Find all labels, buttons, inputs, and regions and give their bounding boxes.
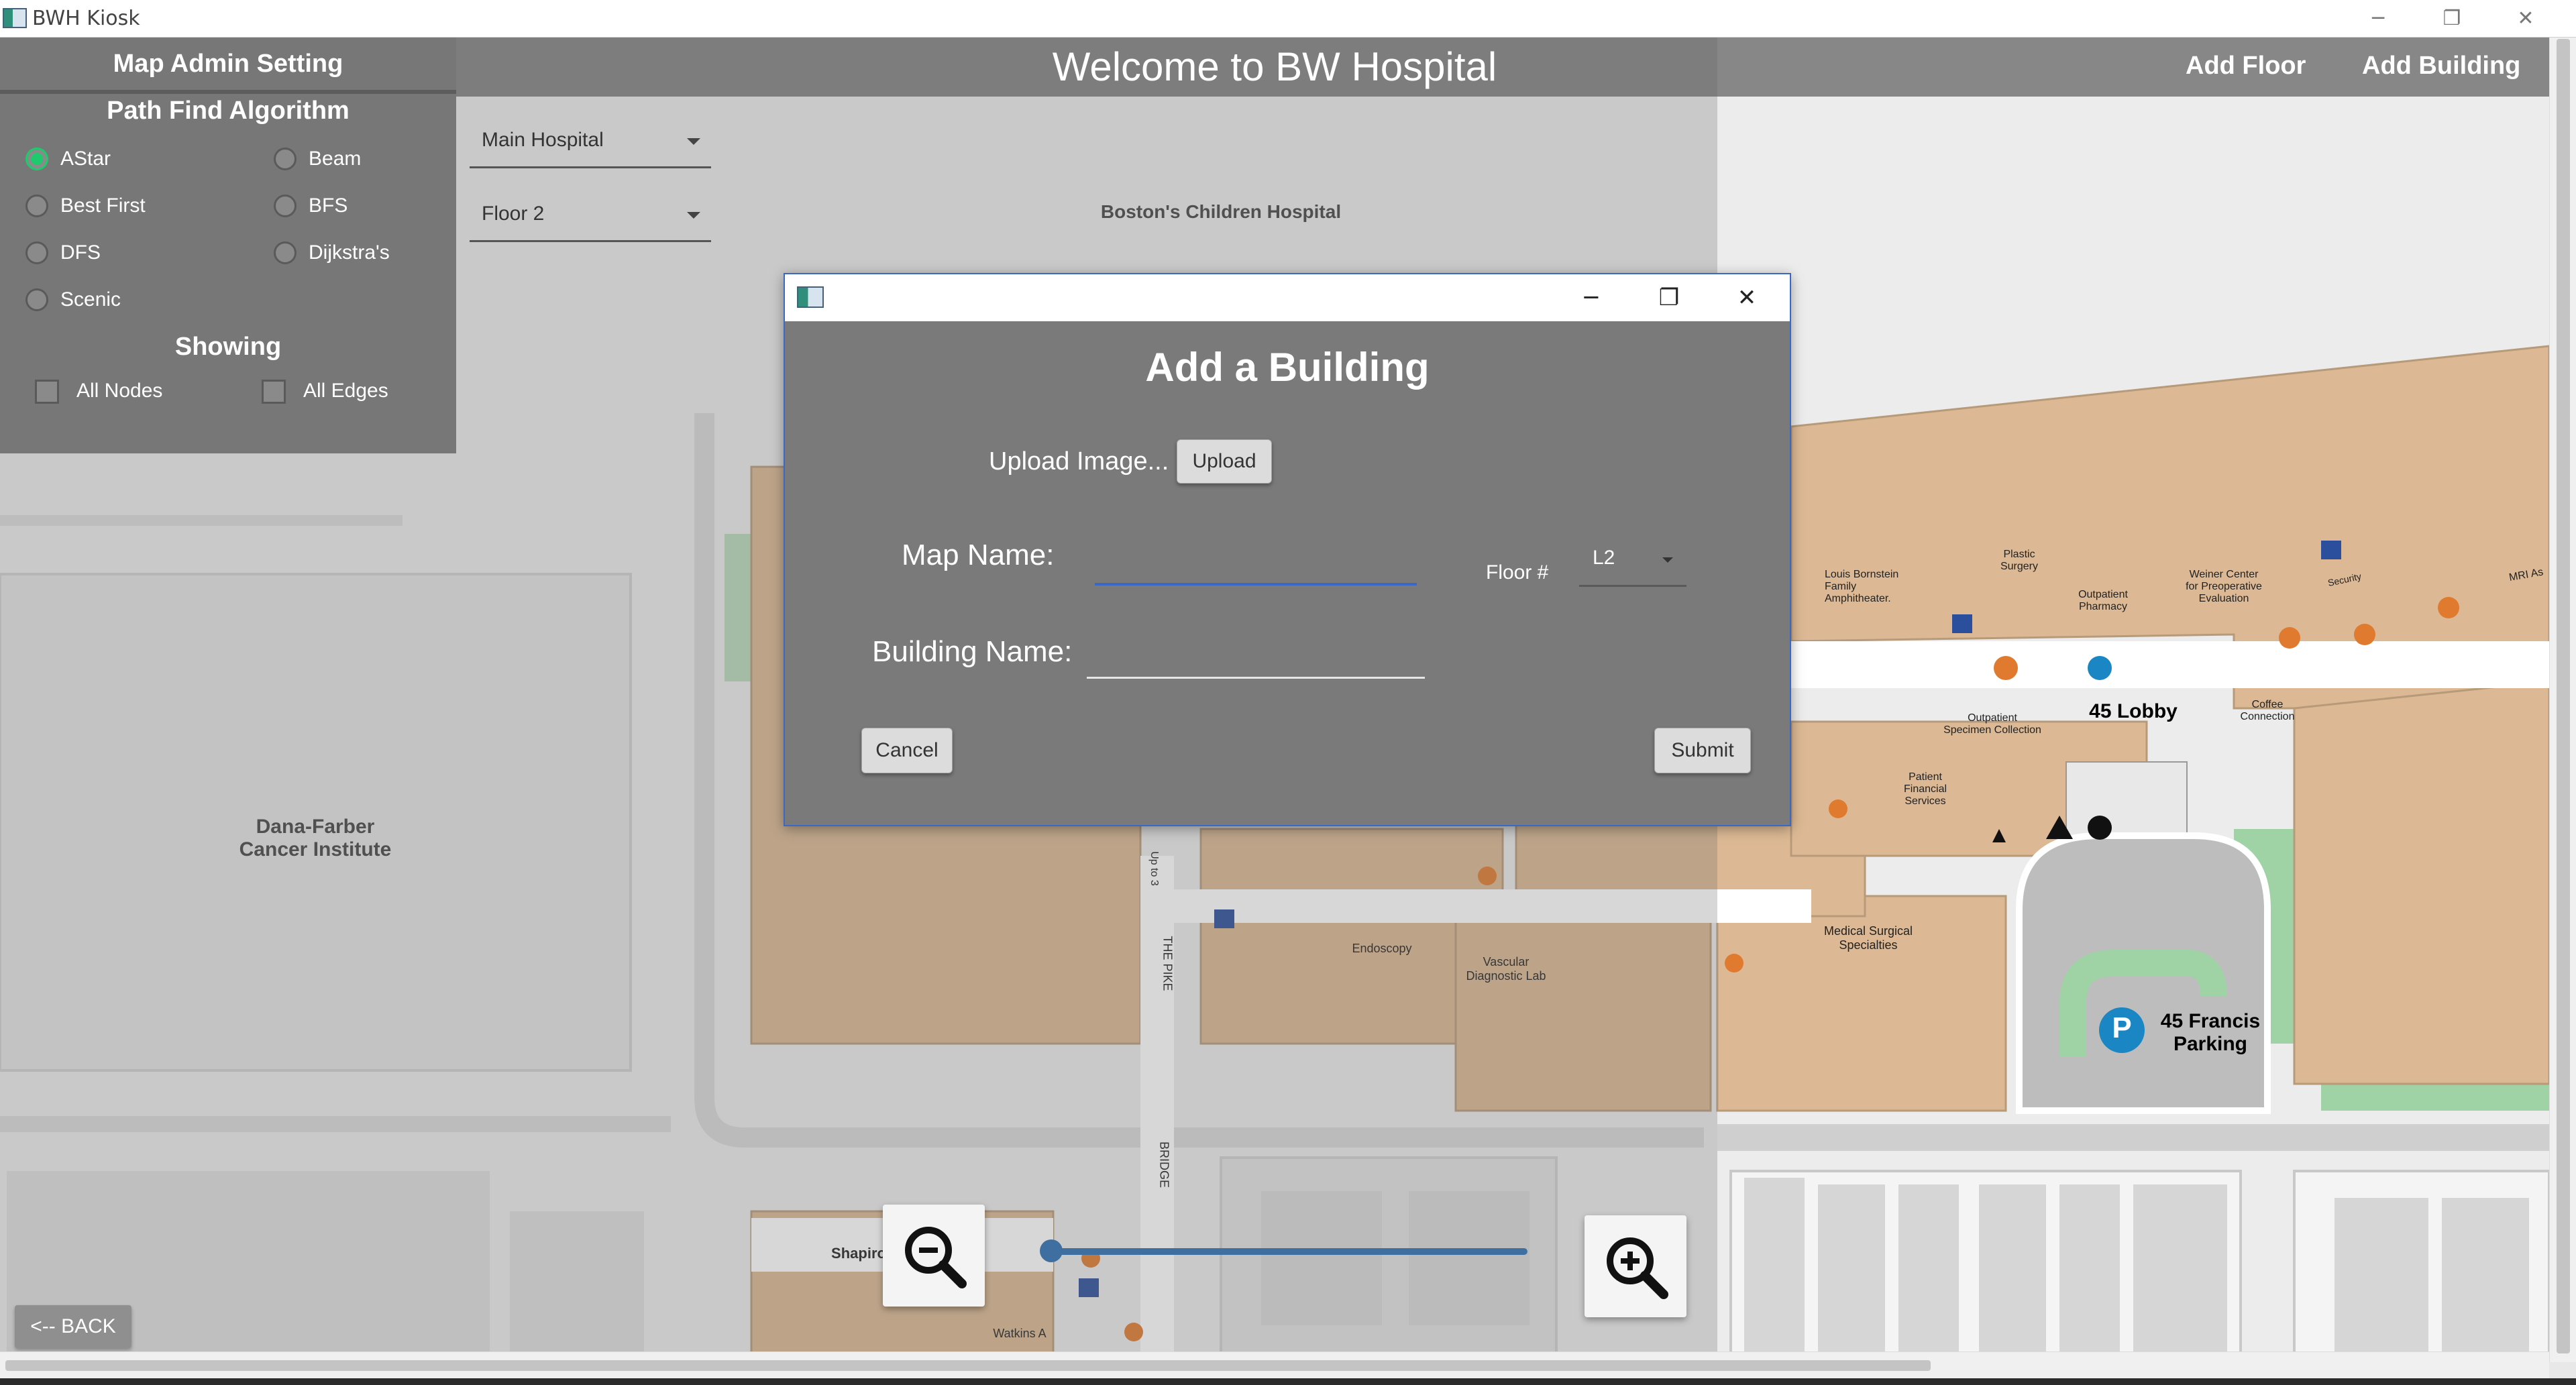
vertical-scrollbar[interactable]: [2549, 38, 2576, 1362]
app-icon: [3, 8, 27, 28]
horizontal-scrollbar-thumb[interactable]: [5, 1360, 1931, 1371]
zoom-slider-track[interactable]: [1050, 1248, 1527, 1255]
add-building-button[interactable]: Add Building: [2362, 50, 2520, 82]
app-icon: [797, 286, 824, 308]
building-name-input[interactable]: [1087, 628, 1425, 679]
window-title: BWH Kiosk: [32, 7, 140, 30]
map-label-parking: 45 Francis Parking: [2160, 1010, 2261, 1055]
window-titlebar: BWH Kiosk ─ ❐ ✕: [0, 0, 2576, 38]
zoom-in-button[interactable]: [1585, 1215, 1686, 1317]
checkbox-icon: [35, 380, 59, 404]
zoom-out-button[interactable]: [883, 1205, 985, 1307]
dialog-minimize-button[interactable]: ─: [1552, 274, 1630, 321]
floor-number-select[interactable]: L2: [1579, 537, 1686, 587]
map-label-plastic-surgery: Plastic Surgery: [2000, 549, 2039, 572]
radio-unselected-icon: [274, 241, 297, 264]
radio-label: AStar: [60, 148, 111, 170]
map-label-lobby: 45 Lobby: [2089, 700, 2178, 722]
horizontal-scrollbar[interactable]: [0, 1351, 2549, 1378]
submit-button[interactable]: Submit: [1654, 728, 1751, 773]
zoom-in-icon: [1607, 1237, 1668, 1299]
map-label-patient-financial: Patient Financial Services: [1903, 771, 1947, 807]
path-find-title: Path Find Algorithm: [107, 97, 350, 125]
radio-label: DFS: [60, 241, 101, 264]
floor-number-label: Floor #: [1486, 561, 1549, 584]
add-building-dialog: ─ ❐ ✕ Add a Building Upload Image... Upl…: [784, 273, 1791, 826]
chevron-down-icon: [687, 138, 700, 145]
minimize-button[interactable]: ─: [2341, 0, 2415, 38]
upload-image-label: Upload Image...: [989, 447, 1169, 476]
checkbox-label: All Nodes: [76, 380, 163, 402]
map-label-outpatient-pharmacy: Outpatient Pharmacy: [2078, 589, 2128, 612]
showing-title: Showing: [174, 333, 282, 361]
dialog-titlebar: ─ ❐ ✕: [785, 274, 1790, 321]
floor-select-value: Floor 2: [482, 203, 545, 225]
dialog-maximize-button[interactable]: ❐: [1630, 274, 1708, 321]
cancel-button[interactable]: Cancel: [861, 728, 953, 773]
radio-label: Scenic: [60, 288, 121, 311]
checkbox-label: All Edges: [303, 380, 388, 402]
map-label-weiner-center: Weiner Center for Preoperative Evaluatio…: [2186, 569, 2262, 604]
vertical-scrollbar-thumb[interactable]: [2557, 39, 2570, 1353]
building-name-label: Building Name:: [872, 635, 1073, 668]
admin-panel-title: Map Admin Setting: [113, 50, 343, 78]
radio-selected-icon: [25, 148, 48, 170]
zoom-slider-thumb[interactable]: [1040, 1239, 1063, 1262]
radio-label: Dijkstra's: [309, 241, 390, 264]
map-name-input[interactable]: [1095, 535, 1417, 586]
parking-icon: P: [2112, 1011, 2132, 1044]
building-select[interactable]: Main Hospital: [470, 118, 711, 168]
back-button[interactable]: <-- BACK: [15, 1305, 131, 1348]
page-title: Welcome to BW Hospital: [1052, 44, 1497, 89]
admin-settings-panel: Map Admin Setting Path Find Algorithm AS…: [0, 38, 456, 453]
restore-button[interactable]: ❐: [2415, 0, 2489, 38]
map-label-coffee: Coffee Connection: [2240, 699, 2295, 722]
map-name-label: Map Name:: [902, 539, 1055, 571]
zoom-out-icon: [905, 1227, 967, 1288]
window-bottom-edge: [0, 1378, 2576, 1385]
checkbox-icon: [262, 380, 286, 404]
map-label-louis-bornstein: Louis Bornstein Family Amphitheater.: [1825, 569, 1899, 604]
dialog-title: Add a Building: [1145, 345, 1430, 390]
floor-number-value: L2: [1593, 547, 1615, 569]
radio-label: Best First: [60, 195, 146, 217]
map-label-outpatient-specimen: Outpatient Specimen Collection: [1943, 712, 2041, 736]
radio-unselected-icon: [25, 288, 48, 311]
radio-label: BFS: [309, 195, 348, 217]
radio-unselected-icon: [274, 195, 297, 217]
close-button[interactable]: ✕: [2489, 0, 2563, 38]
upload-button[interactable]: Upload: [1177, 439, 1272, 484]
chevron-down-icon: [687, 212, 700, 219]
radio-label: Beam: [309, 148, 362, 170]
dialog-close-button[interactable]: ✕: [1708, 274, 1786, 321]
floor-select[interactable]: Floor 2: [470, 192, 711, 242]
map-label-medical-surgical: Medical Surgical Specialties: [1823, 924, 1913, 952]
radio-unselected-icon: [25, 241, 48, 264]
building-select-value: Main Hospital: [482, 129, 604, 151]
admin-panel-divider: [0, 90, 456, 94]
radio-unselected-icon: [25, 195, 48, 217]
radio-unselected-icon: [274, 148, 297, 170]
add-floor-button[interactable]: Add Floor: [2186, 50, 2306, 82]
chevron-down-icon: [1662, 557, 1673, 563]
